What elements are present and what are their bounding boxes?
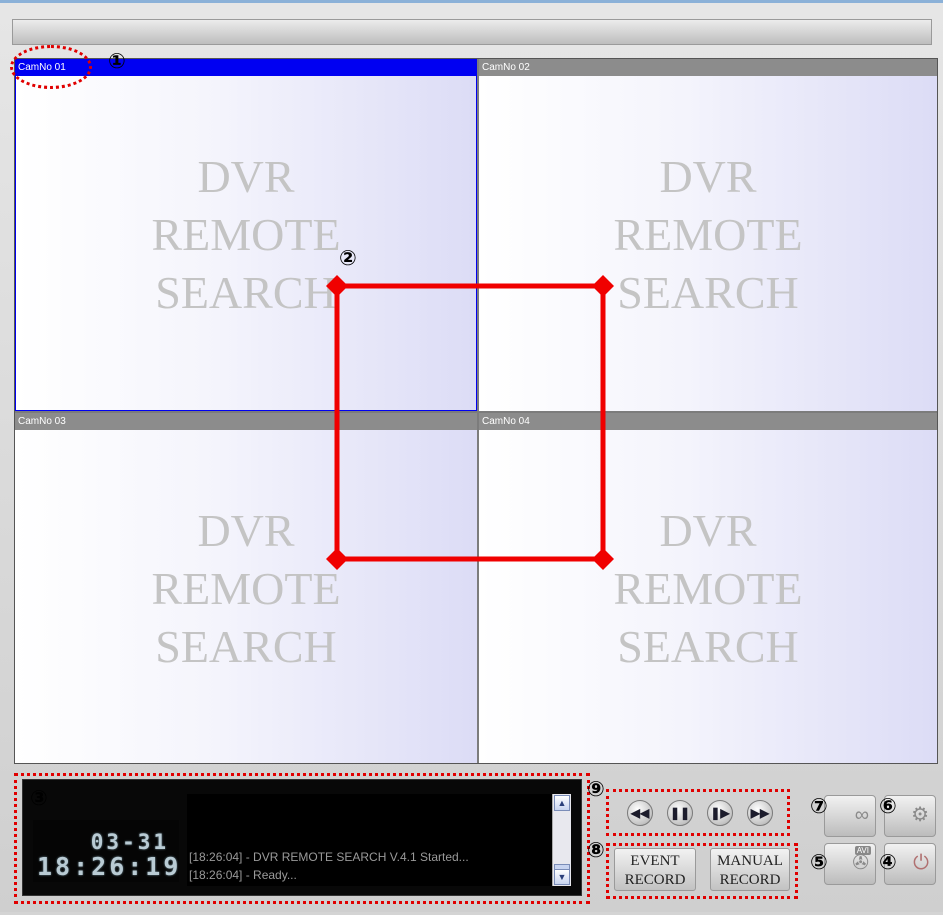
- avi-badge: AVI: [854, 846, 871, 855]
- gear-icon: ⚙: [911, 804, 929, 826]
- callout-box-playback: [606, 789, 790, 836]
- callout-4: ④: [879, 850, 897, 874]
- split-annotation-square: [334, 283, 606, 562]
- drag-handle-bottom-left: [326, 548, 348, 570]
- callout-3: ③: [30, 786, 48, 810]
- callout-1: ①: [108, 49, 126, 73]
- drag-handle-top-left: [326, 275, 348, 297]
- chain-link-icon: ∞: [854, 804, 869, 826]
- callout-2: ②: [339, 246, 357, 270]
- callout-ellipse-camera-label: [10, 45, 92, 89]
- power-icon: ⏻: [913, 852, 929, 874]
- app-window: CamNo 01 DVR REMOTE SEARCH CamNo 02 DVR …: [0, 0, 943, 912]
- callout-9: ⑨: [587, 777, 605, 801]
- callout-7: ⑦: [810, 794, 828, 818]
- drag-handle-top-right: [592, 275, 614, 297]
- callout-8: ⑧: [587, 838, 605, 862]
- connect-button[interactable]: ∞: [824, 795, 876, 837]
- callout-box-record: [606, 843, 798, 899]
- callout-box-status: [14, 773, 590, 904]
- avi-export-button[interactable]: ✇ AVI: [824, 843, 876, 885]
- callout-5: ⑤: [810, 850, 828, 874]
- drag-handle-bottom-right: [592, 548, 614, 570]
- callout-6: ⑥: [879, 794, 897, 818]
